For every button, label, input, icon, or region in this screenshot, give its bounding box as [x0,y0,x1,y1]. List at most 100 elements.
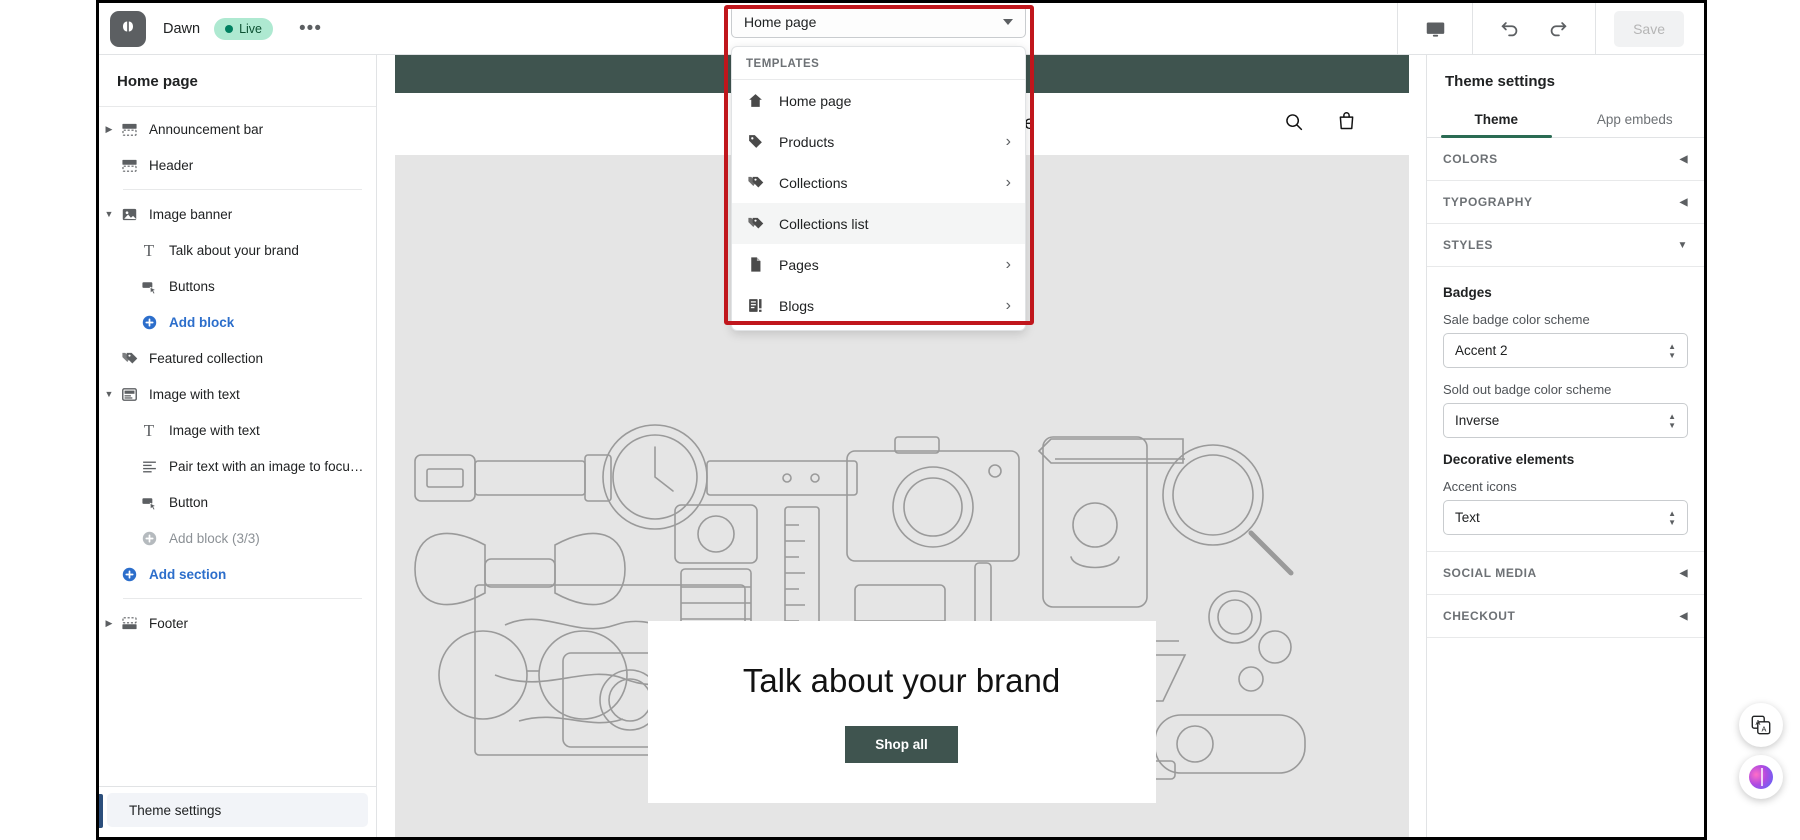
translate-widget-button[interactable]: A A [1739,703,1783,747]
chevron-right-icon: › [1006,175,1011,191]
sections-sidebar: Home page ▶Announcement barHeader▼Image … [99,55,377,837]
device-preview-group [1398,3,1472,55]
dropdown-item-label: Pages [779,257,992,273]
collection-tag-icon [746,214,765,233]
section-typography[interactable]: TYPOGRAPHY ◀ [1427,181,1704,224]
section-social-media[interactable]: SOCIAL MEDIA ◀ [1427,552,1704,595]
chevron-left-icon: ◀ [1680,154,1688,165]
sidebar-item-label: Image with text [169,423,260,438]
button-icon [139,492,159,512]
divider [1595,3,1596,55]
shopify-logo-icon[interactable] [110,11,146,47]
sidebar-item-label: Image with text [149,387,240,402]
page-selector-dropdown: TEMPLATES Home pageProducts›Collections›… [731,46,1026,331]
badges-heading: Badges [1443,285,1688,300]
chevron-down-icon[interactable]: ▼ [99,209,119,219]
accent-icons-label: Accent icons [1443,479,1688,494]
header-icon [119,155,139,175]
sidebar-item-image-with-text[interactable]: T Image with text [99,412,376,448]
sidebar-item-talk-about-your-brand[interactable]: TTalk about your brand [99,232,376,268]
cart-icon[interactable] [1336,111,1357,137]
image-with-text-icon [119,384,139,404]
dropdown-item-products[interactable]: Products › [732,121,1025,162]
decorative-elements-heading: Decorative elements [1443,452,1688,467]
sidebar-item-header[interactable]: Header [99,147,376,183]
window-frame-left [96,0,99,840]
sidebar-item-footer[interactable]: ▶Footer [99,605,376,641]
desktop-preview-icon[interactable] [1418,12,1452,46]
sidebar-item-add-block-3-3[interactable]: Add block (3/3) [99,520,376,556]
dropdown-item-collections[interactable]: Collections› [732,162,1025,203]
selection-indicator [99,794,103,828]
sidebar-item-image-banner[interactable]: ▼ Image banner [99,196,376,232]
chevron-left-icon: ◀ [1680,197,1688,208]
dropdown-item-pages[interactable]: Pages› [732,244,1025,285]
sidebar-item-button[interactable]: Button [99,484,376,520]
page-icon [746,255,765,274]
sidebar-item-label: Talk about your brand [169,243,299,258]
sidebar-item-label: Featured collection [149,351,263,366]
sidebar-item-announcement-bar[interactable]: ▶ Announcement bar [99,111,376,147]
sidebar-item-label: Announcement bar [149,122,263,137]
sidebar-item-label: Image banner [149,207,232,222]
sidebar-item-add-block[interactable]: Add block [99,304,376,340]
more-actions-button[interactable]: ••• [291,18,330,40]
ai-assistant-button[interactable] [1739,755,1783,799]
sidebar-item-buttons[interactable]: Buttons [99,268,376,304]
sold-out-badge-select[interactable]: Inverse ▲▼ [1443,403,1688,438]
sidebar-item-featured-collection[interactable]: Featured collection [99,340,376,376]
sidebar-item-add-section[interactable]: Add section [99,556,376,592]
save-button[interactable]: Save [1614,11,1684,47]
search-icon[interactable] [1283,111,1304,137]
dropdown-item-blogs[interactable]: Blogs› [732,285,1025,326]
chevron-right-icon: › [1006,298,1011,314]
dropdown-items: Home pageProducts›Collections›Collection… [732,80,1025,326]
image-icon [119,204,139,224]
tab-app-embeds[interactable]: App embeds [1566,104,1705,137]
plus-circle-icon [139,312,159,332]
sidebar-item-theme-settings[interactable]: Theme settings [107,793,368,827]
accent-icons-select[interactable]: Text ▲▼ [1443,500,1688,535]
text-icon: T [139,420,159,440]
sidebar-footer: Theme settings [99,786,376,837]
sidebar-item-label: Button [169,495,208,510]
collection-tag-icon [119,348,139,368]
sidebar-item-pair-text-with-an-image-to-focu[interactable]: Pair text with an image to focu… [99,448,376,484]
sale-badge-label: Sale badge color scheme [1443,312,1688,327]
chevron-down-icon[interactable]: ▼ [99,389,119,399]
dropdown-item-home-page[interactable]: Home page [732,80,1025,121]
page-selector-trigger[interactable]: Home page [731,5,1026,38]
stepper-icon: ▲▼ [1668,343,1676,359]
preview-shop-all-button[interactable]: Shop all [845,726,958,763]
preview-content-card: Talk about your brand Shop all [648,621,1156,803]
stepper-icon: ▲▼ [1668,413,1676,429]
chevron-right-icon[interactable]: ▶ [99,618,119,629]
sale-badge-select[interactable]: Accent 2 ▲▼ [1443,333,1688,368]
preview-card-heading: Talk about your brand [743,662,1060,700]
sidebar-item-label: Header [149,158,193,173]
status-badge: Live [214,18,273,40]
chevron-right-icon: › [1006,134,1011,150]
sidebar-item-image-with-text[interactable]: ▼ Image with text [99,376,376,412]
dropdown-item-label: Products [779,134,992,150]
dropdown-item-label: Collections list [779,216,1011,232]
announcement-bar-icon [119,119,139,139]
section-colors[interactable]: COLORS ◀ [1427,138,1704,181]
section-styles[interactable]: STYLES ▼ [1427,224,1704,267]
section-styles-label: STYLES [1443,238,1493,252]
tab-theme[interactable]: Theme [1427,104,1566,137]
dropdown-item-collections-list[interactable]: Collections list [732,203,1025,244]
stepper-icon: ▲▼ [1668,510,1676,526]
sidebar-item-label: Add block (3/3) [169,531,260,546]
undo-icon[interactable] [1493,12,1527,46]
redo-icon[interactable] [1541,12,1575,46]
chevron-down-icon: ▼ [1678,240,1688,251]
sold-out-badge-label: Sold out badge color scheme [1443,382,1688,397]
history-group [1473,3,1595,55]
status-badge-label: Live [239,22,262,36]
chevron-right-icon[interactable]: ▶ [99,124,119,135]
section-checkout[interactable]: CHECKOUT ◀ [1427,595,1704,638]
sidebar-section-list: ▶Announcement barHeader▼Image bannerTTal… [99,107,376,786]
page-selector[interactable]: Home page [731,5,1026,38]
button-icon [139,276,159,296]
